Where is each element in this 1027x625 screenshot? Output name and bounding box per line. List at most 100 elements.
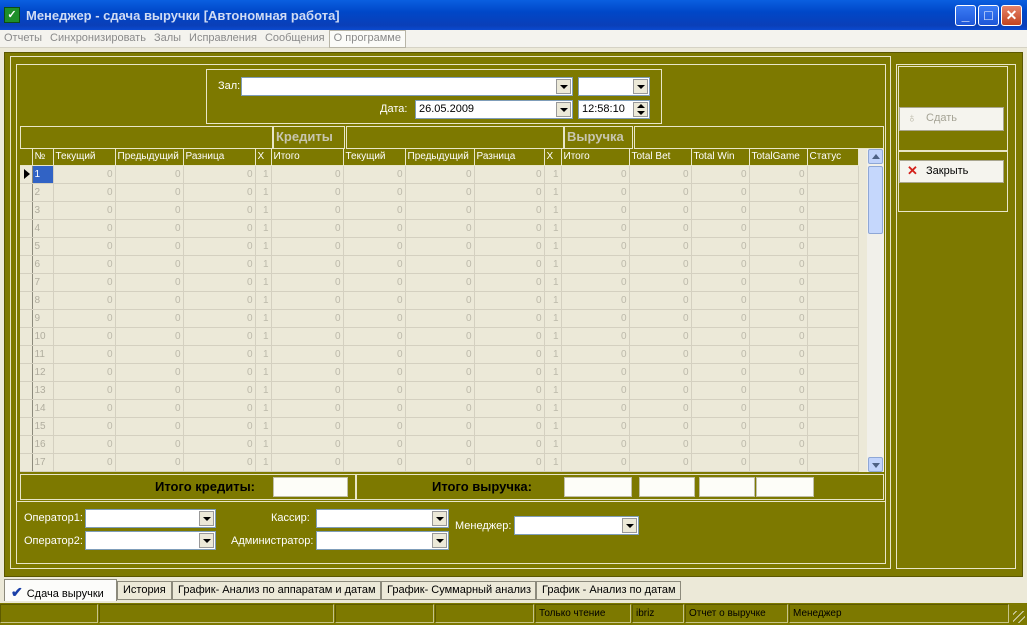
table-cell[interactable]: 0 bbox=[749, 237, 808, 256]
table-cell[interactable]: 0 bbox=[474, 201, 545, 220]
table-cell[interactable]: 0 bbox=[691, 453, 750, 472]
table-row[interactable]: 10001000010000 bbox=[20, 165, 859, 184]
table-row[interactable]: 16 0 0 0 1 0 0 0 0 1 0 0 0 0 bbox=[20, 435, 859, 454]
table-cell[interactable]: 0 bbox=[629, 399, 692, 418]
table-row[interactable]: 60001000010000 bbox=[20, 255, 859, 274]
table-row[interactable]: 80001000010000 bbox=[20, 291, 859, 310]
table-cell[interactable]: 1 bbox=[255, 345, 272, 364]
table-cell[interactable]: 0 bbox=[405, 273, 475, 292]
table-cell[interactable]: 14 bbox=[32, 399, 54, 418]
table-cell[interactable]: 0 bbox=[629, 165, 692, 184]
table-cell[interactable]: 0 bbox=[691, 309, 750, 328]
row-indicator[interactable] bbox=[20, 399, 33, 418]
table-cell[interactable]: 1 bbox=[544, 363, 562, 382]
table-cell[interactable]: 0 bbox=[629, 201, 692, 220]
row-indicator[interactable] bbox=[20, 165, 33, 184]
menu-messages[interactable]: Сообщения bbox=[261, 30, 329, 48]
table-cell[interactable]: 0 bbox=[629, 417, 692, 436]
close-button[interactable]: ✕ Закрыть bbox=[899, 160, 1004, 183]
table-cell[interactable]: 0 bbox=[53, 381, 116, 400]
table-cell[interactable]: 0 bbox=[53, 345, 116, 364]
table-cell[interactable]: 0 bbox=[405, 165, 475, 184]
table-cell[interactable]: 0 bbox=[474, 219, 545, 238]
table-row[interactable]: 11 0 0 0 1 0 0 0 0 1 0 0 0 0 bbox=[20, 345, 859, 364]
table-cell[interactable]: 0 bbox=[271, 435, 344, 454]
table-cell[interactable]: 0 bbox=[405, 327, 475, 346]
table-cell[interactable]: 0 bbox=[115, 363, 184, 382]
table-cell[interactable]: 0 bbox=[749, 309, 808, 328]
table-cell[interactable]: 0 bbox=[343, 201, 406, 220]
table-cell[interactable]: 0 bbox=[474, 291, 545, 310]
table-cell[interactable]: 0 bbox=[749, 201, 808, 220]
table-cell[interactable]: 0 bbox=[405, 237, 475, 256]
date-picker[interactable]: 26.05.2009 bbox=[415, 100, 573, 119]
table-cell[interactable]: 11 bbox=[32, 345, 54, 364]
table-cell[interactable]: 0 bbox=[749, 345, 808, 364]
table-cell[interactable]: 0 bbox=[53, 399, 116, 418]
table-cell[interactable]: 1 bbox=[255, 291, 272, 310]
column-header[interactable]: Разница bbox=[183, 149, 256, 166]
table-cell[interactable]: 0 bbox=[561, 165, 630, 184]
table-cell[interactable] bbox=[807, 273, 859, 292]
table-cell[interactable]: 0 bbox=[629, 291, 692, 310]
table-row[interactable]: 12 0 0 0 1 0 0 0 0 1 0 0 0 0 bbox=[20, 363, 859, 382]
table-cell[interactable] bbox=[807, 381, 859, 400]
table-cell[interactable] bbox=[807, 363, 859, 382]
maximize-button[interactable]: □ bbox=[978, 5, 999, 26]
table-cell[interactable]: 0 bbox=[629, 453, 692, 472]
table-cell[interactable]: 0 bbox=[343, 399, 406, 418]
table-cell[interactable]: 0 bbox=[474, 255, 545, 274]
table-cell[interactable]: 0 bbox=[405, 255, 475, 274]
table-cell[interactable]: 0 bbox=[53, 273, 116, 292]
table-cell[interactable]: 0 bbox=[271, 309, 344, 328]
table-cell[interactable]: 0 bbox=[115, 327, 184, 346]
table-cell[interactable]: 0 bbox=[749, 219, 808, 238]
table-cell[interactable]: 0 bbox=[474, 399, 545, 418]
table-cell[interactable]: 0 bbox=[561, 183, 630, 202]
table-cell[interactable]: 0 bbox=[561, 219, 630, 238]
table-cell[interactable]: 1 bbox=[255, 165, 272, 184]
column-header[interactable]: Total Bet bbox=[629, 149, 692, 166]
table-cell[interactable]: 0 bbox=[271, 345, 344, 364]
table-cell[interactable]: 0 bbox=[474, 453, 545, 472]
table-cell[interactable]: 0 bbox=[183, 237, 256, 256]
table-cell[interactable]: 1 bbox=[544, 183, 562, 202]
column-header[interactable]: Предыдущий bbox=[115, 149, 184, 166]
table-cell[interactable]: 0 bbox=[183, 453, 256, 472]
table-cell[interactable]: 0 bbox=[405, 435, 475, 454]
operator2-select[interactable] bbox=[85, 531, 216, 550]
table-cell[interactable]: 0 bbox=[749, 453, 808, 472]
table-cell[interactable]: 1 bbox=[544, 165, 562, 184]
table-cell[interactable]: 0 bbox=[629, 363, 692, 382]
table-cell[interactable]: 0 bbox=[183, 291, 256, 310]
table-row[interactable]: 70001000010000 bbox=[20, 273, 859, 292]
table-cell[interactable]: 0 bbox=[474, 435, 545, 454]
table-cell[interactable]: 0 bbox=[53, 255, 116, 274]
table-cell[interactable]: 0 bbox=[749, 183, 808, 202]
tab-chart-dates[interactable]: График - Анализ по датам bbox=[536, 581, 681, 600]
table-cell[interactable]: 4 bbox=[32, 219, 54, 238]
submit-button[interactable]: ♁ Сдать bbox=[899, 107, 1004, 131]
table-cell[interactable]: 0 bbox=[749, 435, 808, 454]
table-cell[interactable]: 1 bbox=[255, 237, 272, 256]
table-cell[interactable]: 1 bbox=[255, 219, 272, 238]
table-cell[interactable]: 0 bbox=[405, 291, 475, 310]
menu-sync[interactable]: Синхронизировать bbox=[46, 30, 150, 48]
minimize-button[interactable]: _ bbox=[955, 5, 976, 26]
table-cell[interactable]: 0 bbox=[474, 309, 545, 328]
admin-select[interactable] bbox=[316, 531, 449, 550]
table-cell[interactable]: 0 bbox=[271, 417, 344, 436]
table-cell[interactable]: 0 bbox=[343, 309, 406, 328]
table-cell[interactable]: 0 bbox=[629, 219, 692, 238]
column-header[interactable]: № bbox=[32, 149, 54, 166]
table-cell[interactable]: 2 bbox=[32, 183, 54, 202]
table-cell[interactable]: 0 bbox=[115, 183, 184, 202]
table-cell[interactable]: 0 bbox=[343, 381, 406, 400]
table-cell[interactable]: 0 bbox=[53, 183, 116, 202]
table-cell[interactable]: 0 bbox=[343, 273, 406, 292]
table-cell[interactable]: 0 bbox=[405, 219, 475, 238]
table-cell[interactable]: 0 bbox=[53, 309, 116, 328]
table-cell[interactable]: 0 bbox=[561, 291, 630, 310]
table-cell[interactable]: 1 bbox=[544, 237, 562, 256]
table-cell[interactable]: 0 bbox=[271, 183, 344, 202]
